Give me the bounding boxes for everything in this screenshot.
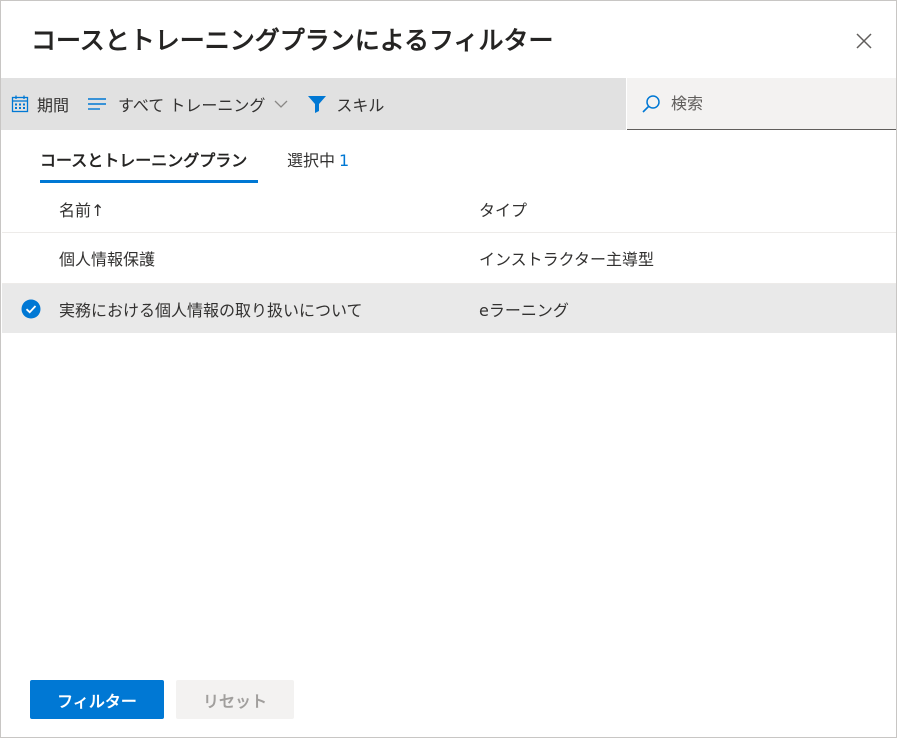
skill-filter-label: スキル [336,96,385,115]
row-name-cell: 個人情報保護 [59,250,156,269]
calendar-icon [11,95,29,113]
tab-selected[interactable]: 選択中 1 [287,147,349,171]
column-header-type[interactable]: タイプ [479,197,527,221]
skill-filter-button[interactable]: スキル [307,78,384,130]
period-filter-label: 期間 [37,96,70,115]
tab-courses-and-plans[interactable]: コースとトレーニングプラン [40,147,247,171]
chevron-down-icon [274,100,288,108]
row-type-cell: インストラクター主導型 [479,250,655,269]
active-tab-indicator [40,180,258,183]
filter-toolbar: 期間 すべて トレーニング スキル [1,78,626,130]
dialog-title: コースとトレーニングプランによるフィルター [31,26,554,55]
list-icon [88,98,107,110]
filter-dialog: コースとトレーニングプランによるフィルター 期間 すべて トレーニング スキル … [0,0,897,738]
close-button[interactable] [852,29,876,53]
training-type-label: すべて トレーニング [118,96,266,115]
filter-funnel-icon [308,96,327,113]
reset-button: リセット [176,680,294,719]
checkmark-circle-icon[interactable] [21,299,41,319]
row-name-cell: 実務における個人情報の取り扱いについて [59,301,363,320]
selected-count-badge: 1 [339,151,350,170]
row-type-cell: eラーニング [479,301,569,320]
training-type-dropdown[interactable]: すべて トレーニング [87,78,289,130]
search-box [627,78,896,130]
tab-selected-label: 選択中 [287,151,336,170]
search-input[interactable] [671,94,871,113]
column-header-name[interactable]: 名前↑ [59,197,104,221]
period-filter-button[interactable]: 期間 [11,78,69,130]
table-row[interactable]: 個人情報保護 インストラクター主導型 [2,232,896,282]
close-icon [856,33,872,49]
table-row[interactable]: 実務における個人情報の取り扱いについて eラーニング [2,283,896,333]
search-icon [642,94,660,113]
filter-button[interactable]: フィルター [30,680,164,719]
